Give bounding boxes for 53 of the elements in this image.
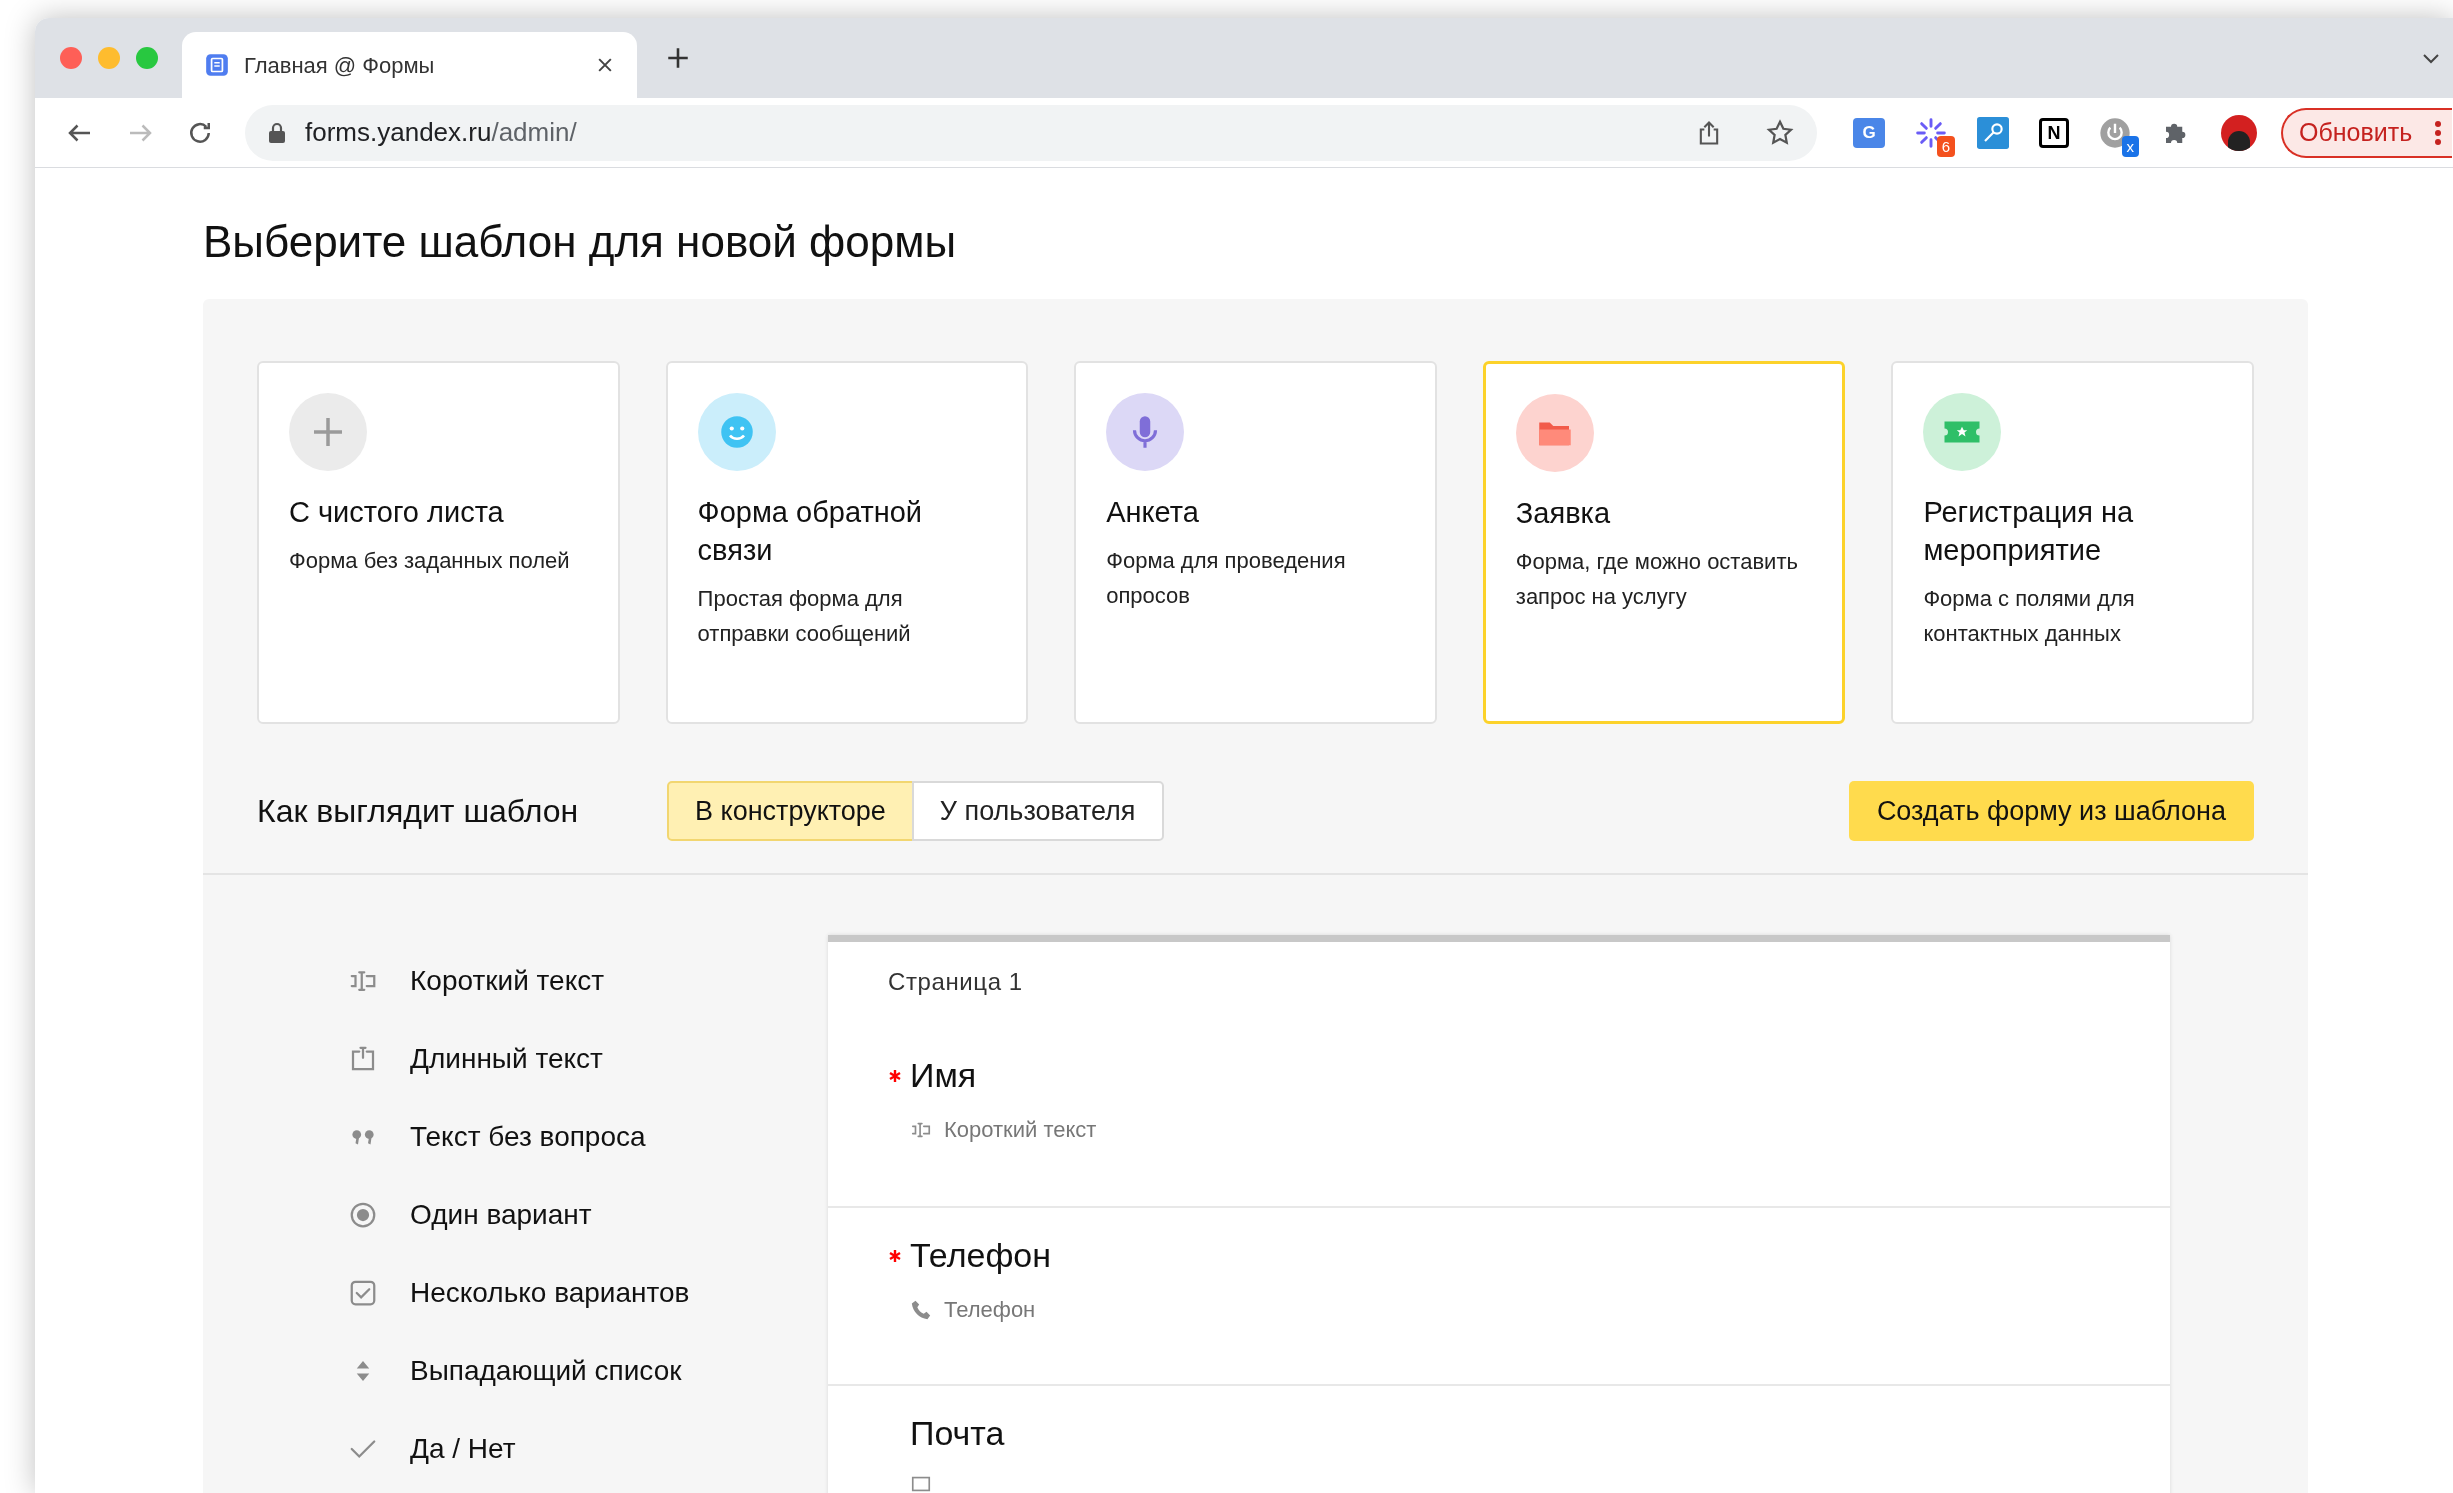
template-description: Форма для проведения опросов	[1106, 547, 1347, 610]
template-card[interactable]: Заявка Форма, где можно оставить запрос на услугу	[1482, 361, 1846, 724]
lock-icon	[267, 121, 287, 144]
browser-tab[interactable]: Главная @ Формы	[182, 32, 637, 98]
field-type-item[interactable]: Да / Нет	[348, 1431, 828, 1467]
field-type-item[interactable]: Один вариант	[348, 1197, 828, 1233]
avatar[interactable]	[2221, 114, 2257, 151]
field-type-text: Телефон	[944, 1296, 1036, 1324]
template-description: Форма, где можно оставить запрос на услугу	[1515, 548, 1799, 611]
question-label: Телефон	[910, 1235, 1052, 1276]
phone-icon	[910, 1298, 932, 1321]
field-type-item[interactable]: Несколько вариантов	[348, 1275, 828, 1311]
required-asterisk-icon	[888, 1248, 902, 1263]
field-type-text: Короткий текст	[944, 1116, 1097, 1144]
more-vertical-icon[interactable]	[2434, 119, 2443, 146]
page-heading: Выберите шаблон для новой формы	[203, 216, 958, 268]
required-asterisk-icon	[888, 1068, 902, 1083]
new-tab-icon[interactable]	[665, 45, 691, 71]
clipboard-icon	[204, 52, 230, 78]
template-description: Форма с полями для контактных данных	[1923, 585, 2136, 648]
field-type-item[interactable]: Текст без вопроса	[348, 1119, 828, 1155]
template-title: С чистого листа	[289, 495, 505, 530]
badge: x	[2121, 135, 2139, 157]
update-button[interactable]: Обновить	[2281, 107, 2453, 158]
translate-extension-icon[interactable]: G	[1853, 117, 1885, 148]
template-description: Простая форма для отправки сообщений	[697, 585, 912, 648]
template-description: Форма без заданных полей	[289, 547, 571, 575]
question-label: Почта	[910, 1413, 1005, 1454]
tab-title: Главная @ Формы	[244, 51, 436, 80]
preview-label: Как выглядит шаблон	[257, 792, 580, 831]
field-type-item[interactable]: Выпадающий список	[348, 1353, 828, 1389]
template-card[interactable]: Форма обратной связи Простая форма для отправки сообщений	[665, 361, 1029, 724]
template-card[interactable]: Регистрация на мероприятие Форма с полями для контактных данных	[1891, 361, 2254, 724]
radio-icon	[348, 1200, 378, 1230]
template-title: Регистрация на мероприятие	[1923, 495, 2135, 568]
template-card[interactable]: Анкета Форма для проведения опросов	[1074, 361, 1437, 724]
key-extension-icon[interactable]	[1977, 116, 2009, 149]
field-type-item[interactable]: Длинный текст	[348, 1041, 828, 1077]
badge: 6	[1936, 135, 1955, 157]
view-mode-tab[interactable]: У пользователя	[911, 781, 1164, 841]
field-type-item[interactable]: Короткий текст	[348, 963, 828, 999]
checkbox-icon	[348, 1278, 378, 1308]
create-form-button[interactable]: Создать форму из шаблона	[1848, 781, 2254, 841]
notion-extension-icon[interactable]: N	[2039, 117, 2069, 148]
template-card[interactable]: С чистого листа Форма без заданных полей	[257, 361, 620, 724]
page-title: Страница 1	[887, 967, 1024, 997]
question-label: Имя	[910, 1055, 977, 1096]
view-mode-tab[interactable]: В конструкторе	[667, 781, 914, 841]
template-title: Форма обратной связи	[697, 495, 923, 568]
address-field[interactable]: forms.yandex.ru/admin/	[245, 104, 1817, 161]
template-title: Заявка	[1515, 496, 1611, 531]
url-text: forms.yandex.ru/admin/	[305, 116, 578, 149]
template-title: Анкета	[1106, 495, 1200, 530]
